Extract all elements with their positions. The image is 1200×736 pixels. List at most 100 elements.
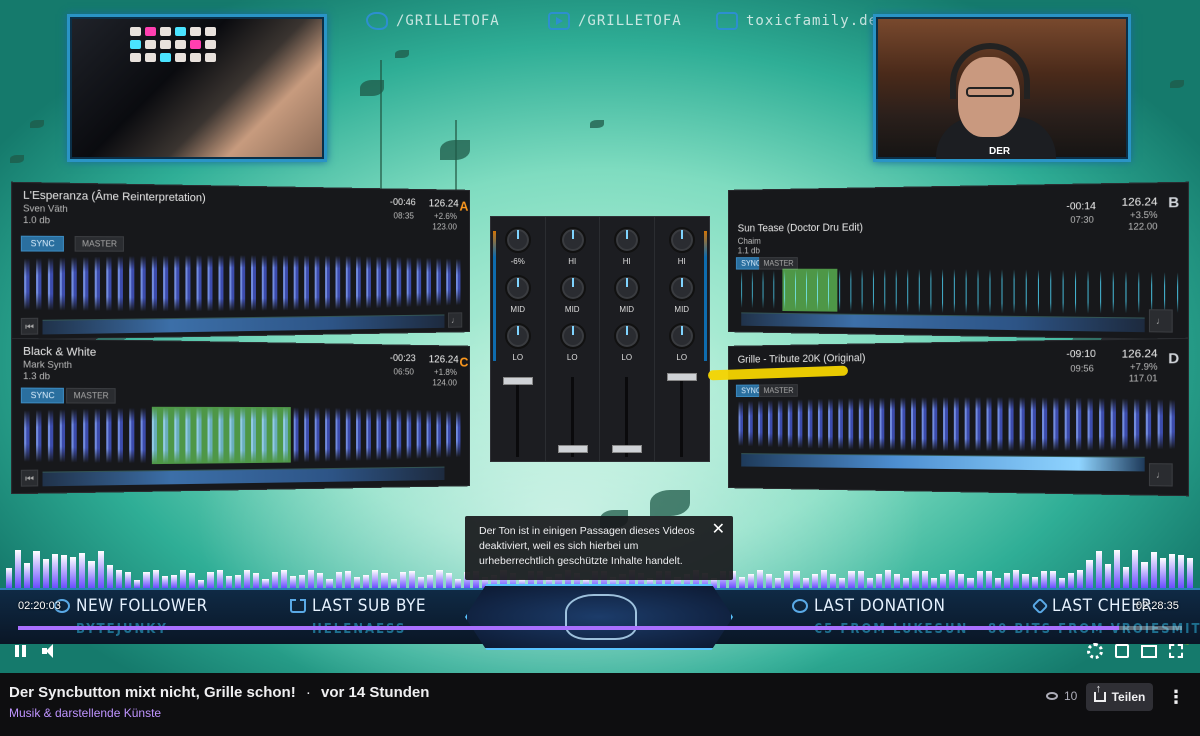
deck-a-sync-button[interactable]: SYNC [20,235,65,252]
pause-icon[interactable] [12,642,30,660]
youtube-play-icon [548,12,570,30]
deck-d-letter: D [1168,349,1180,367]
mixer-label: LO [676,353,688,362]
mixer-knob-c-hi[interactable] [614,227,640,253]
deck-c-gain: 1.3 db [23,370,51,382]
mixer-fader-b[interactable] [557,445,588,453]
deck-c-letter: C [459,354,469,370]
spectrum-bar [885,570,892,588]
deck-b-overview[interactable] [741,312,1145,333]
more-options-icon[interactable]: ⋮ [1166,683,1186,711]
cricket-icon [565,594,637,640]
deck-d-note-icon[interactable]: ♩ [1148,463,1173,487]
leaf-decoration [10,155,24,163]
spectrum-bar [399,571,406,588]
mixer-fader-a[interactable] [503,377,533,385]
leaf-decoration [395,50,409,58]
deck-c-cue-icon[interactable]: ⏮ [20,469,39,487]
mixer-label: HI [622,257,631,266]
video-frame[interactable]: /GRILLETOFA /GRILLETOFA toxicfamily.de D… [0,0,1200,673]
seek-bar[interactable] [18,626,1182,630]
share-icon [1093,683,1106,702]
spectrum-bar [234,575,242,588]
mixer-knob-d-mid[interactable] [668,275,695,301]
spectrum-bar [170,575,177,588]
deck-c-master-button[interactable]: MASTER [66,387,117,404]
spectrum-bar [418,576,425,588]
deck-c-base-bpm: 124.00 [432,377,457,388]
spectrum-bar [244,570,251,588]
spectrum-bar [161,576,168,588]
mixer-knob-b-hi[interactable] [559,227,586,253]
deck-b-note-icon[interactable]: ♩ [1148,309,1173,333]
gear-icon[interactable] [1087,643,1103,659]
video-category-link[interactable]: Musik & darstellende Künste [9,706,161,720]
spectrum-bar [179,570,187,588]
deck-a-overview[interactable] [42,314,445,335]
deck-a-base-bpm: 123.00 [432,221,457,232]
fader-track [679,377,683,457]
fullscreen-icon[interactable] [1169,644,1183,658]
social-website-url: toxicfamily.de [746,13,879,29]
launchpad-grid [130,27,216,62]
twitch-chat-icon [716,12,738,30]
alert-last-cheer: LAST CHEER 80 BITS FROM VROIESMITH [988,596,1200,637]
spectrum-bar [445,572,452,588]
spectrum-bar [1113,550,1121,588]
spectrum-bar [408,570,416,588]
spectrum-bar [1077,570,1084,588]
mixer-knob-c-lo[interactable] [614,323,640,349]
deck-d-master-button[interactable]: MASTER [759,384,799,397]
deck-c-bpm: 126.24 [428,353,459,366]
mixer-channel-c: HI MID LO [600,217,655,461]
mixer-fader-d[interactable] [666,373,697,381]
social-twitter: /GRILLETOFA [366,12,500,30]
spectrum-bar [189,572,196,588]
deck-d-waveform[interactable] [735,395,1180,453]
deck-a-waveform[interactable] [20,254,463,314]
spectrum-bar [42,559,49,588]
theatre-mode-icon[interactable] [1141,645,1157,658]
spectrum-bar [280,570,287,588]
spectrum-bar [894,573,901,588]
share-button[interactable]: Teilen [1086,683,1153,711]
spectrum-bar [115,570,123,588]
mixer-knob-b-lo[interactable] [559,323,586,349]
mixer-knob-a-hi[interactable] [505,227,531,253]
spectrum-bar [793,570,800,588]
mixer-knob-d-hi[interactable] [668,227,695,253]
video-info-bar: Der Syncbutton mixt nicht, Grille schon!… [0,673,1200,736]
close-icon[interactable]: ✕ [712,522,725,538]
spectrum-bar [344,570,351,588]
deck-a-master-button[interactable]: MASTER [74,235,125,252]
mixer-label: LO [621,353,633,362]
mixer-label: MID [674,305,690,314]
mixer-fader-c[interactable] [612,445,642,453]
mixer-knob-c-mid[interactable] [614,275,640,301]
deck-a-note-icon[interactable]: ♩ [448,312,463,328]
deck-d-overview[interactable] [741,453,1145,472]
spectrum-bar [839,577,846,588]
deck-a-cue-icon[interactable]: ⏮ [20,317,39,335]
volume-icon[interactable] [40,642,58,660]
alert-new-follower: NEW FOLLOWER BYTEJUNKY [54,596,208,637]
leaf-decoration [650,490,690,516]
deck-c-loop-region [151,406,291,465]
fader-track [516,377,519,457]
spectrum-bar [765,573,773,588]
spectrum-bar [6,568,13,588]
view-count: 10 [1046,689,1077,703]
deck-c-sync-button[interactable]: SYNC [20,387,65,404]
mixer-knob-a-lo[interactable] [505,323,531,349]
deck-b-title: Sun Tease (Doctor Dru Edit) [737,221,863,235]
mixer-knob-a-mid[interactable] [505,275,531,301]
deck-d-bpm: 126.24 [1121,347,1158,361]
clip-icon[interactable] [1115,644,1129,658]
deck-c-overview[interactable] [42,466,445,487]
deck-a: L'Esperanza (Âme Reinterpretation) Sven … [11,181,471,341]
mixer-knob-d-lo[interactable] [668,323,695,349]
mixer-channel-b: HI MID LO [546,217,600,461]
deck-c-pitch: +1.8% [433,367,457,377]
mixer-label: HI [677,257,686,266]
mixer-knob-b-mid[interactable] [559,275,586,301]
